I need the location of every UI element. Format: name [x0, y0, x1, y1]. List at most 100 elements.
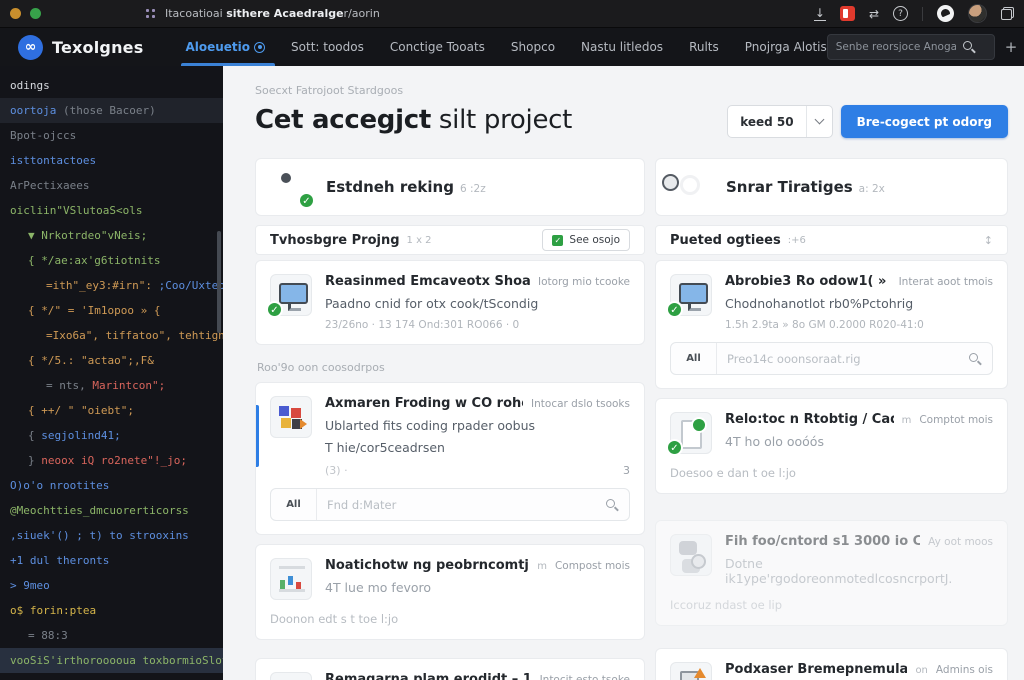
code-text: > 9meo	[10, 579, 50, 592]
code-line: @Meochtties_dmcuorerticorss	[0, 498, 223, 523]
code-line: isttontactoes	[0, 148, 223, 173]
task-action-link[interactable]: Iotorg mio tcooke	[538, 276, 630, 288]
code-text: o$ forin:ptea	[10, 604, 97, 617]
task-title-link[interactable]: Reasinmed Emcaveotx Shoausix (13)	[325, 274, 530, 289]
task-card: Noatichotw ng peobrncomtjorusohoripo m C…	[255, 544, 645, 640]
window-title-bold: sithere Acaedralge	[226, 7, 344, 20]
nav-label: Sott: toodos	[291, 40, 364, 54]
nav-label: Rults	[689, 40, 719, 54]
task-action-link[interactable]: Interat aoot tmois	[899, 276, 993, 288]
task-row: Remagarna plam erodidt – 10) Intocit est…	[270, 672, 630, 680]
group-title-text: Snrar Tiratiges	[726, 178, 853, 196]
filter-input[interactable]	[317, 497, 605, 512]
task-row: ✓ Reasinmed Emcaveotx Shoausix (13) Ioto…	[266, 274, 630, 331]
task-action-link[interactable]: Ay oot moos	[928, 536, 993, 548]
zoom-traffic-light[interactable]	[30, 8, 41, 19]
nav-label: Aloeuetio	[185, 40, 251, 54]
code-line: odings	[0, 73, 223, 98]
nav-item[interactable]: Nastu litledos	[581, 28, 663, 66]
filter-all-tab[interactable]: All	[271, 489, 317, 520]
main-content: Soecxt Fatrojoot Stardgoos Cet accegjct …	[223, 66, 1024, 680]
page-actions: keed 50 Bre-cogect pt odorg	[727, 105, 1008, 138]
nav-label: Nastu litledos	[581, 40, 664, 54]
right-group-header-card: Snrar Tiratiges a: 2x	[655, 158, 1008, 216]
nav-label: Shopco	[510, 40, 556, 54]
see-all-button[interactable]: ✓ See osojo	[542, 229, 630, 251]
task-action-link[interactable]: Intocit esto tsoke	[540, 674, 630, 680]
shuffle-icon[interactable]: ⇄	[869, 8, 879, 20]
filter-input[interactable]	[717, 351, 968, 366]
code-text: neoox iQ ro2nete"!_jo;	[41, 454, 187, 467]
task-title-link[interactable]: Noatichotw ng peobrncomtjorusohoripo	[325, 558, 529, 573]
task-action-link[interactable]: Compost mois	[555, 560, 630, 572]
see-all-label: See osojo	[569, 234, 620, 246]
code-text: oortoja	[10, 104, 57, 117]
code-text: vooSiS'irthorooooua toxbormioSlot i	[10, 654, 223, 667]
task-footnote-text: (3) ·	[325, 464, 348, 477]
code-line-highlighted: oortoja (those Bacoer)	[0, 98, 223, 123]
filter-all-tab[interactable]: All	[671, 343, 717, 374]
card-footer-link[interactable]: Doesoo e dan t oe l:jo	[670, 466, 993, 480]
page-head: Soecxt Fatrojoot Stardgoos Cet accegjct …	[223, 66, 1024, 138]
code-line: =Ixo6a", tiffatoo", tehtighes'	[0, 323, 223, 348]
account-logo-icon[interactable]	[937, 5, 954, 22]
task-title-link[interactable]: Podxaser Bremepnemulat 8kep:atier	[725, 662, 907, 677]
code-text: +1 dul theronts	[10, 554, 110, 567]
chart-thumbnail-icon	[270, 558, 312, 600]
code-text: =ith"_ey3:#irn":	[46, 279, 159, 292]
window-controls	[10, 8, 41, 19]
locked-thumbnail-icon	[670, 534, 712, 576]
feed-dropdown-caret[interactable]	[805, 106, 832, 137]
search-icon[interactable]	[962, 40, 976, 54]
task-title-link[interactable]: Abrobie3 Ro odow1( » Mcogbc (i2)	[725, 274, 891, 289]
nav-item[interactable]: Conctige Tooats	[390, 28, 485, 66]
task-title-link[interactable]: Axmaren Froding w CO rohestoo3	[325, 396, 523, 411]
window-title-pre: Itacoatioai	[165, 7, 227, 20]
help-icon[interactable]: ?	[893, 6, 908, 21]
code-text: {	[28, 429, 42, 442]
sidebar-scrollbar[interactable]	[217, 231, 221, 333]
task-action-link[interactable]: Comptot mois	[919, 414, 993, 426]
code-text: @Meochtties_dmcuorerticorss	[10, 504, 189, 517]
create-project-button[interactable]: Bre-cogect pt odorg	[840, 105, 1008, 138]
nav-label: Pnojrga Alotis	[744, 40, 827, 54]
code-line: ,siuek'() ; t) to strooxins	[0, 523, 223, 548]
code-line: { segjolind41;	[0, 423, 223, 448]
task-subtitle: Dotne ik1ype'rgodoreonmotedlcosncrportJ.	[725, 556, 953, 586]
task-card: ✓ Relo:toc n Rtobtig / Cadrig / Lajorner…	[655, 398, 1008, 494]
brand[interactable]: ∞ Texolgnes	[18, 34, 143, 60]
search-icon[interactable]	[605, 498, 619, 512]
minimize-traffic-light[interactable]	[10, 8, 21, 19]
task-title-link[interactable]: Fih foo/cntord s1 3000 io Coroyl - 18)	[725, 534, 920, 549]
search-icon[interactable]	[968, 352, 982, 366]
add-icon[interactable]: +	[1005, 38, 1018, 56]
task-body: Remagarna plam erodidt – 10) Intocit est…	[325, 672, 630, 680]
code-line: ▼ Nrkotrdeo"vNeis;	[0, 223, 223, 248]
windows-overlap-icon[interactable]	[1001, 7, 1014, 20]
list-divider-label: Roo'9o oon coosodrpos	[257, 361, 385, 374]
sort-icon[interactable]: ↕	[984, 234, 993, 247]
task-action-link[interactable]: Intocar dslo tsooks	[531, 398, 630, 410]
download-icon[interactable]: ↓	[813, 7, 826, 21]
task-title-link[interactable]: Remagarna plam erodidt – 10)	[325, 672, 532, 680]
code-line: = 88:3	[0, 623, 223, 648]
task-title-link[interactable]: Relo:toc n Rtobtig / Cadrig / Lajornert	[725, 412, 894, 427]
search-input[interactable]	[835, 41, 956, 53]
task-row: Axmaren Froding w CO rohestoo3 Intocar d…	[270, 396, 630, 477]
card-footer-link[interactable]: Iccoruz ndast oe lip	[670, 598, 993, 612]
nav-item-active[interactable]: Aloeuetio	[181, 28, 275, 66]
avatar[interactable]	[968, 4, 987, 23]
nav-item[interactable]: Sott: toodos	[291, 28, 364, 66]
dashboard-columns: ✓ Estdneh reking 6 :2z Tvhosbgre Projng 1…	[223, 138, 1024, 680]
nav-item[interactable]: Shopco	[511, 28, 555, 66]
code-editor-panel[interactable]: odings oortoja (those Bacoer) Bpot-ojccs…	[0, 66, 223, 680]
nav-item[interactable]: Pnojrga Alotis	[745, 28, 827, 66]
title-row: Cet accegjct silt project keed 50 Bre-co…	[255, 105, 1008, 138]
task-action-link[interactable]: Admins ois	[936, 664, 993, 676]
extension-icon[interactable]	[839, 6, 855, 21]
card-footer-link[interactable]: Doonon edt s t toe l:jo	[270, 612, 630, 626]
task-title-suffix: on	[915, 665, 928, 676]
nav-item[interactable]: Rults	[689, 28, 719, 66]
feed-button-label[interactable]: keed 50	[728, 106, 805, 137]
code-text: { */5.: "actao";,F&	[28, 354, 154, 367]
